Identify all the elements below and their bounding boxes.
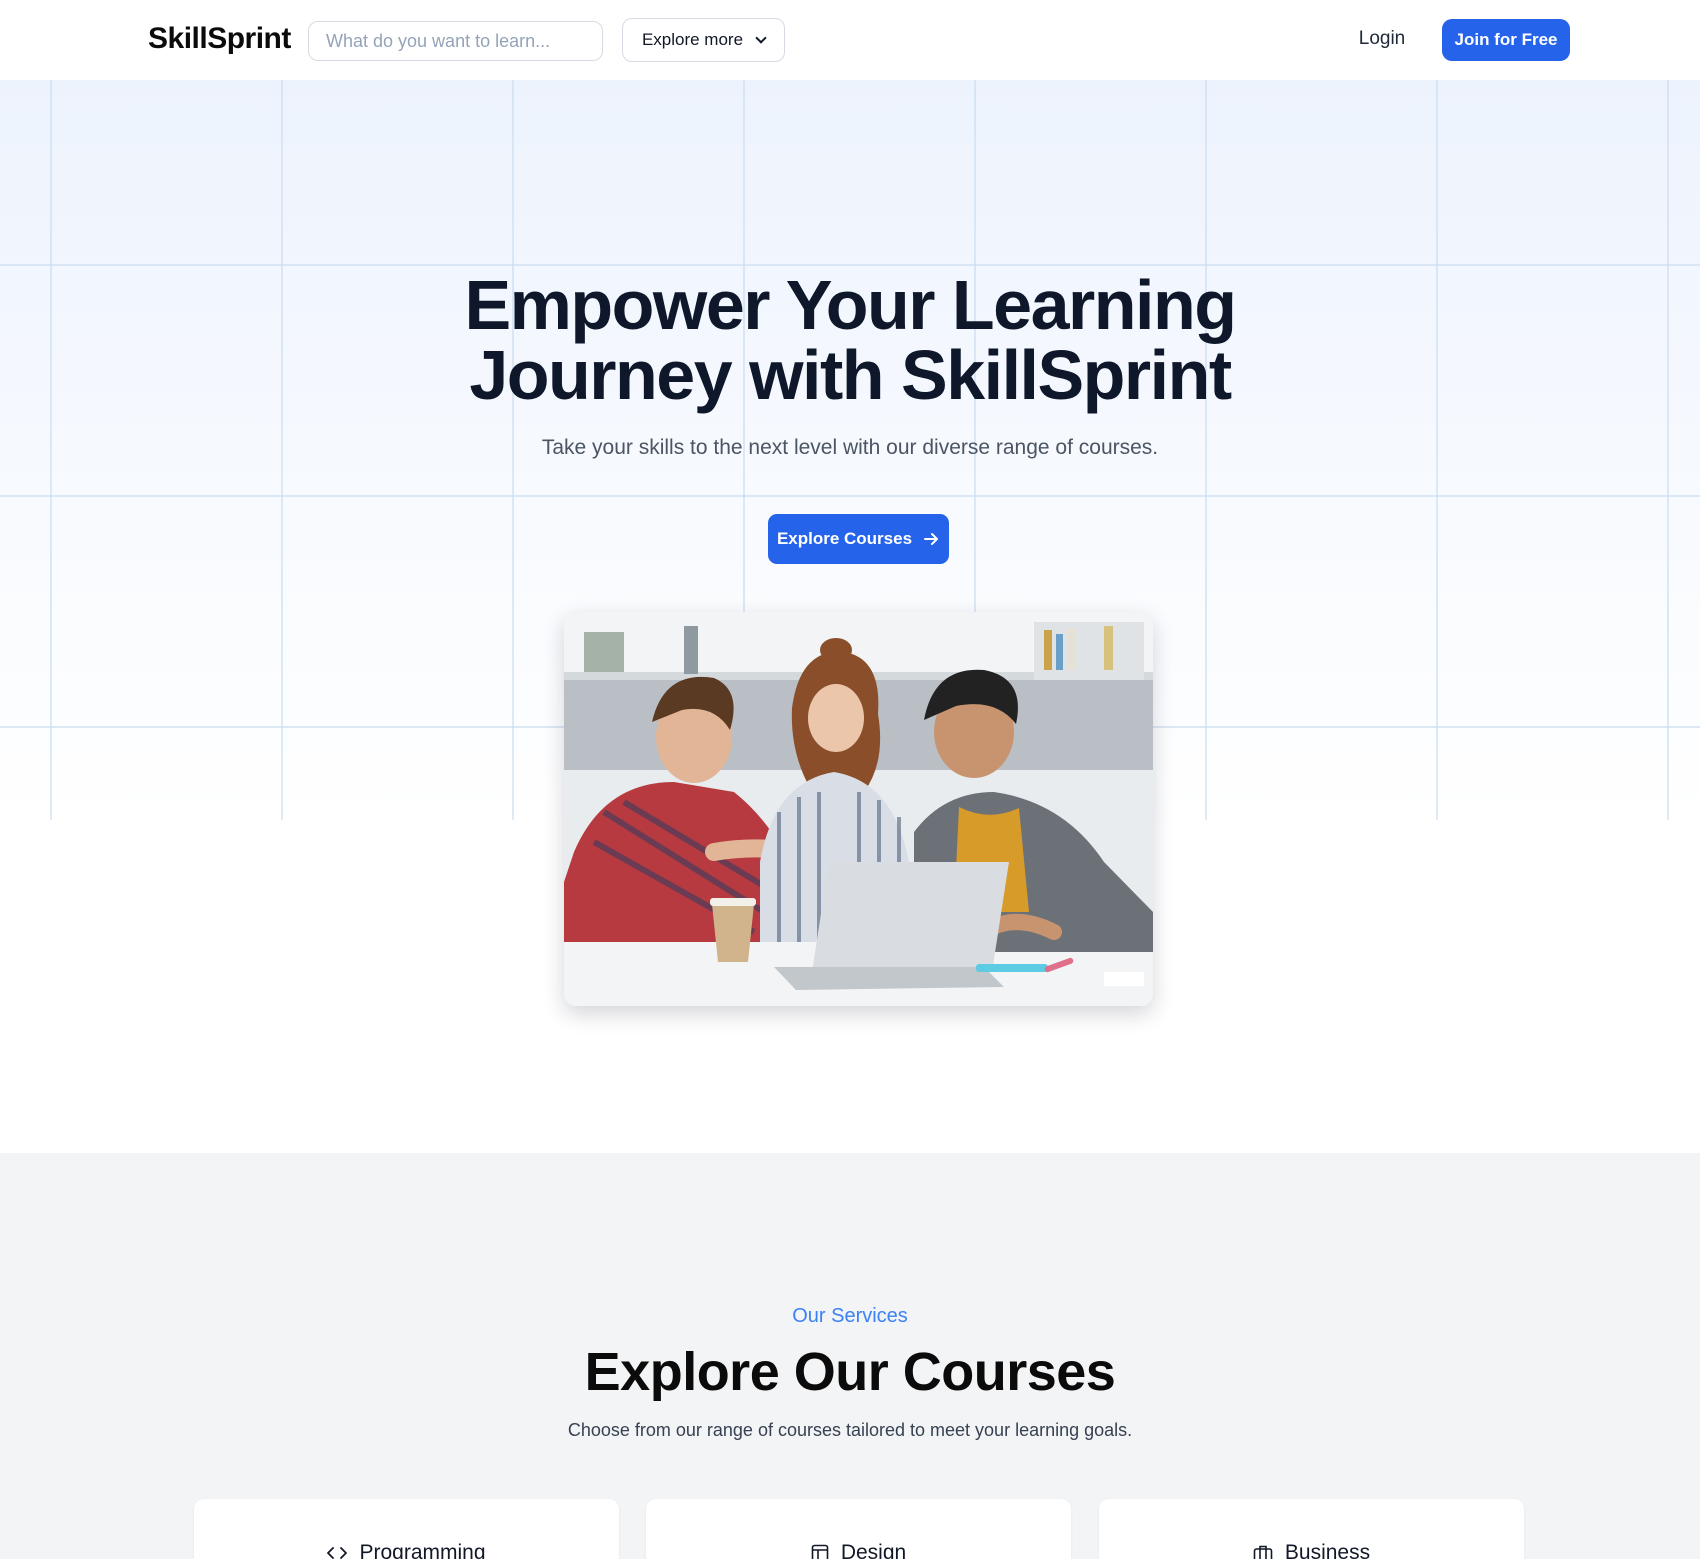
layout-icon: [811, 1544, 829, 1559]
chevron-down-icon: [755, 31, 767, 44]
hero-photo-students-laptop: [564, 612, 1153, 1006]
explore-more-dropdown[interactable]: Explore more: [622, 18, 785, 62]
explore-courses-label: Explore Courses: [776, 529, 913, 548]
services-title: Explore Our Courses: [584, 1342, 1116, 1402]
course-card-header: Design: [646, 1541, 1071, 1559]
hero-title-line-1: Empower Your Learning: [464, 266, 1237, 344]
services-section: Our Services Explore Our Courses Choose …: [0, 1153, 1700, 1559]
course-card-business[interactable]: Business: [1099, 1499, 1524, 1559]
briefcase-icon: [1253, 1545, 1273, 1559]
login-link[interactable]: Login: [1340, 28, 1424, 50]
explore-courses-button[interactable]: Explore Courses: [768, 514, 949, 564]
course-card-label: Business: [1284, 1541, 1371, 1559]
explore-more-label: Explore more: [641, 30, 744, 49]
course-card-label: Programming: [359, 1541, 486, 1559]
code-icon: [327, 1547, 348, 1559]
course-card-design[interactable]: Design: [646, 1499, 1071, 1559]
services-subtitle: Choose from our range of courses tailore…: [567, 1420, 1133, 1440]
course-card-header: Programming: [194, 1541, 619, 1559]
search-input[interactable]: [308, 21, 603, 61]
services-eyebrow: Our Services: [792, 1305, 908, 1327]
hero-title: Empower Your Learning Journey with Skill…: [0, 270, 1700, 410]
join-for-free-button[interactable]: Join for Free: [1442, 19, 1570, 61]
course-card-label: Design: [840, 1541, 907, 1559]
hero-subtitle: Take your skills to the next level with …: [541, 436, 1159, 459]
course-card-programming[interactable]: Programming: [194, 1499, 619, 1559]
hero-section: Empower Your Learning Journey with Skill…: [0, 80, 1700, 1153]
top-nav: SkillSprint Explore more Login Join for …: [0, 0, 1700, 80]
logo[interactable]: SkillSprint: [148, 22, 291, 56]
hero-title-line-2: Journey with SkillSprint: [469, 336, 1232, 414]
course-card-header: Business: [1099, 1541, 1524, 1559]
arrow-right-icon: [924, 533, 939, 545]
